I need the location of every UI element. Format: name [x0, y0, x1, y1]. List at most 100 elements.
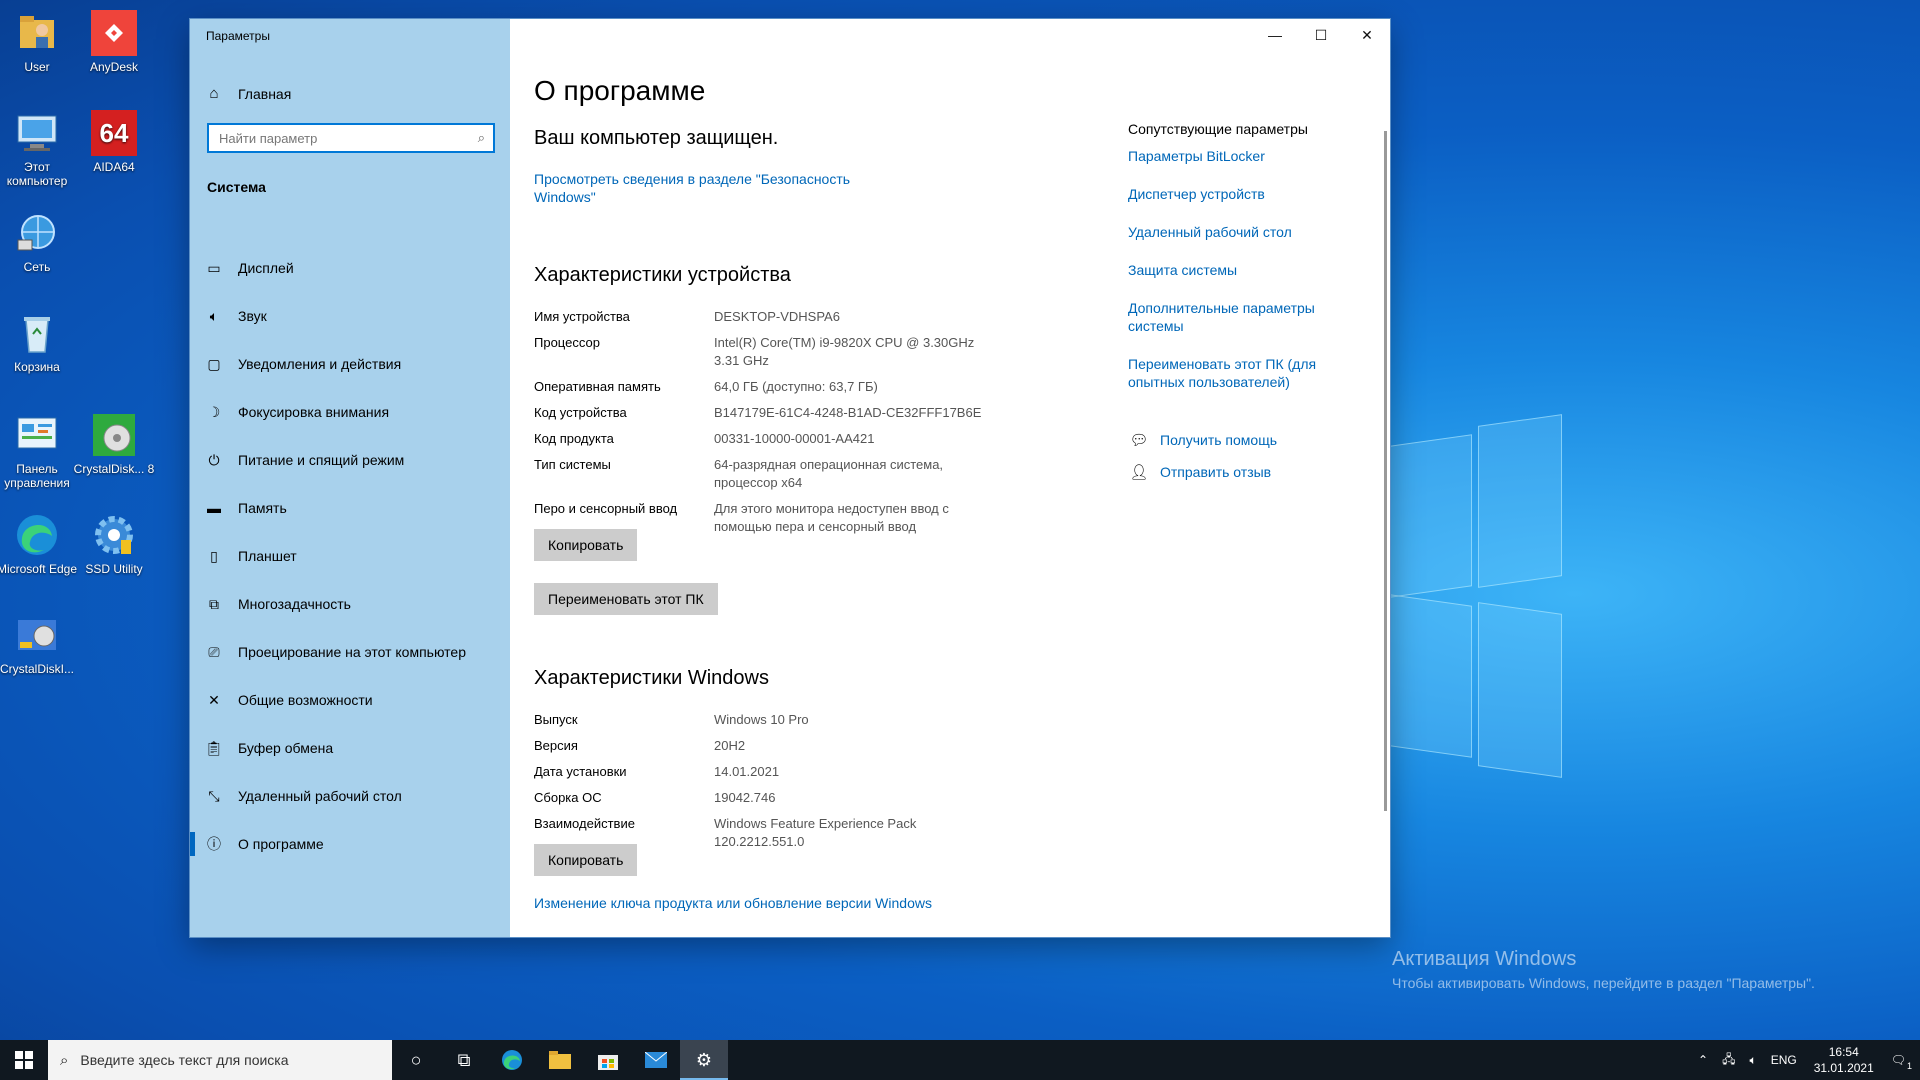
taskbar-settings[interactable]: ⚙ [680, 1040, 728, 1080]
clock-date: 31.01.2021 [1813, 1061, 1874, 1075]
taskbar-search-placeholder[interactable]: Введите здесь текст для поиска [80, 1052, 288, 1068]
display-icon: ▭ [207, 259, 221, 276]
remote-desktop-icon: ⤡ [208, 787, 220, 804]
folder-icon [549, 1051, 571, 1069]
notification-center-icon[interactable]: 🗨︎ 1 [1891, 1053, 1912, 1071]
desktop-icon-label: AnyDesk [89, 60, 139, 74]
spec-value: Windows 10 Pro [714, 712, 809, 727]
store-icon [598, 1055, 618, 1070]
user-folder-icon [14, 10, 60, 56]
desktop-icon-crystaldiskmark[interactable]: CrystalDisk... 8 [73, 412, 155, 476]
taskbar-task-view[interactable]: ⧉ [440, 1040, 488, 1080]
focus-assist-icon: ☽ [207, 403, 221, 420]
spec-key: Оперативная память [534, 379, 661, 394]
taskbar-store[interactable] [584, 1040, 632, 1080]
desktop-icon-this-pc[interactable]: Этот компьютер [0, 110, 78, 188]
taskbar-mail[interactable] [632, 1040, 680, 1080]
related-link-bitlocker[interactable]: Параметры BitLocker [1128, 147, 1348, 165]
multitasking-icon: ⧉ [209, 595, 219, 612]
related-link-system-protection[interactable]: Защита системы [1128, 261, 1348, 279]
cortana-circle-icon: ○ [410, 1049, 422, 1070]
taskbar: ⌕ Введите здесь текст для поиска ○ ⧉ ⚙ ⌃… [0, 1040, 1920, 1080]
crystaldisk-icon [91, 412, 137, 458]
spec-value: Для этого монитора недоступен ввод с пом… [714, 501, 949, 534]
desktop-icon-user[interactable]: User [0, 10, 78, 74]
sidebar-item-clipboard[interactable]: 📋︎ Буфер обмена [190, 724, 510, 772]
content-scrollbar[interactable] [1384, 131, 1387, 811]
spec-key: Сборка ОС [534, 790, 602, 805]
desktop-icon-control-panel[interactable]: Панель управления [0, 412, 78, 490]
chevron-up-icon[interactable]: ⌃ [1698, 1053, 1708, 1067]
sidebar-item-label: Уведомления и действия [238, 356, 402, 372]
get-help-row[interactable]: 💬︎ Получить помощь [1128, 431, 1348, 449]
windows-logo-wallpaper [1390, 414, 1562, 780]
sidebar-item-sound[interactable]: 🔈︎ Звук [190, 292, 510, 340]
sidebar-item-multitasking[interactable]: ⧉ Многозадачность [190, 580, 510, 628]
network-icon [14, 210, 60, 256]
desktop-icon-anydesk[interactable]: AnyDesk [73, 10, 155, 74]
nav-home[interactable]: ⌂ Главная [204, 85, 291, 102]
taskbar-file-explorer[interactable] [536, 1040, 584, 1080]
sidebar-item-about[interactable]: ⓘ О программе [190, 820, 510, 868]
feedback-row[interactable]: 👤︎ Отправить отзыв [1128, 463, 1348, 481]
network-tray-icon[interactable]: 🖧︎ [1722, 1050, 1735, 1071]
taskbar-edge[interactable] [488, 1040, 536, 1080]
taskbar-cortana[interactable]: ○ [392, 1040, 440, 1080]
feedback-link[interactable]: Отправить отзыв [1160, 464, 1271, 480]
rename-pc-button[interactable]: Переименовать этот ПК [534, 583, 718, 615]
volume-icon[interactable]: 🔈︎ [1749, 1053, 1756, 1068]
get-help-link[interactable]: Получить помощь [1160, 432, 1277, 448]
spec-value: DESKTOP-VDHSPA6 [714, 309, 840, 324]
desktop-icon-crystaldiskinfo[interactable]: CrystalDiskI... [0, 612, 78, 676]
computer-icon [14, 110, 60, 156]
windows-specs-table: Выпуск Windows 10 Pro Версия 20H2 Дата уст… [534, 711, 1074, 859]
search-icon[interactable]: ⌕ [478, 130, 485, 146]
desktop-icon-recycle-bin[interactable]: Корзина [0, 310, 78, 374]
sidebar-item-storage[interactable]: ▬ Память [190, 484, 510, 532]
spec-value: 20H2 [714, 738, 746, 753]
product-key-link[interactable]: Изменение ключа продукта или обновление … [534, 895, 932, 911]
taskbar-search[interactable]: ⌕ Введите здесь текст для поиска [48, 1040, 392, 1080]
sidebar-item-power[interactable]: ⏻ Питание и спящий режим [190, 436, 510, 484]
related-settings: Сопутствующие параметры Параметры BitLoc… [1128, 121, 1348, 495]
system-tray: ⌃ 🖧︎ 🔈︎ ENG 16:54 31.01.2021 🗨︎ 1 [1691, 1040, 1920, 1080]
ssd-utility-icon [91, 512, 137, 558]
desktop-icon-ssd-utility[interactable]: SSD Utility [73, 512, 155, 576]
shared-experiences-icon: ✕ [208, 691, 220, 708]
copy-device-specs-button[interactable]: Копировать [534, 529, 638, 561]
related-link-device-manager[interactable]: Диспетчер устройств [1128, 185, 1348, 203]
spec-value: 14.01.2021 [714, 764, 780, 779]
desktop-icon-aida64[interactable]: 64 AIDA64 [73, 110, 155, 174]
desktop-icon-label: Панель управления [4, 462, 70, 490]
sidebar-item-tablet[interactable]: ▯ Планшет [190, 532, 510, 580]
sidebar-item-display[interactable]: ▭ Дисплей [190, 244, 510, 292]
search-icon: ⌕ [60, 1051, 69, 1069]
spec-row: Код продукта 00331-10000-00001-AA421 [534, 430, 1074, 448]
clock[interactable]: 16:54 31.01.2021 [1814, 1044, 1874, 1076]
start-button[interactable] [0, 1040, 48, 1080]
sidebar-section-title: Система [207, 179, 266, 195]
language-indicator[interactable]: ENG [1771, 1053, 1797, 1067]
notifications-icon: ▢ [207, 355, 221, 372]
desktop-icon-network[interactable]: Сеть [0, 210, 78, 274]
related-link-advanced-system[interactable]: Дополнительные параметры системы [1128, 299, 1348, 335]
sidebar-item-projecting[interactable]: ⎚ Проецирование на этот компьютер [190, 628, 510, 676]
related-link-remote-desktop[interactable]: Удаленный рабочий стол [1128, 223, 1348, 241]
spec-value: 64,0 ГБ (доступно: 63,7 ГБ) [714, 379, 878, 394]
copy-windows-specs-button[interactable]: Копировать [534, 844, 638, 876]
aida64-icon: 64 [91, 110, 137, 156]
sidebar-item-notifications[interactable]: ▢ Уведомления и действия [190, 340, 510, 388]
search-input[interactable] [217, 129, 478, 147]
sidebar-item-remote-desktop[interactable]: ⤡ Удаленный рабочий стол [190, 772, 510, 820]
sidebar-item-focus-assist[interactable]: ☽ Фокусировка внимания [190, 388, 510, 436]
security-details-link[interactable]: Просмотреть сведения в разделе "Безопасн… [534, 170, 874, 206]
sidebar-item-label: О программе [238, 836, 324, 852]
spec-value: Intel(R) Core(TM) i9-9820X CPU @ 3.30GHz… [714, 335, 975, 368]
device-specs-table: Имя устройства DESKTOP-VDHSPA6 Процессор I… [534, 308, 1074, 544]
sidebar: Параметры ⌂ Главная ⌕ Система ▭ Дисплей 🔈… [190, 19, 510, 937]
sidebar-item-shared-experiences[interactable]: ✕ Общие возможности [190, 676, 510, 724]
spec-key: Дата установки [534, 764, 627, 779]
desktop-icon-edge[interactable]: Microsoft Edge [0, 512, 78, 576]
settings-search[interactable]: ⌕ [207, 123, 495, 153]
related-link-rename-pc-advanced[interactable]: Переименовать этот ПК (для опытных польз… [1128, 355, 1348, 391]
